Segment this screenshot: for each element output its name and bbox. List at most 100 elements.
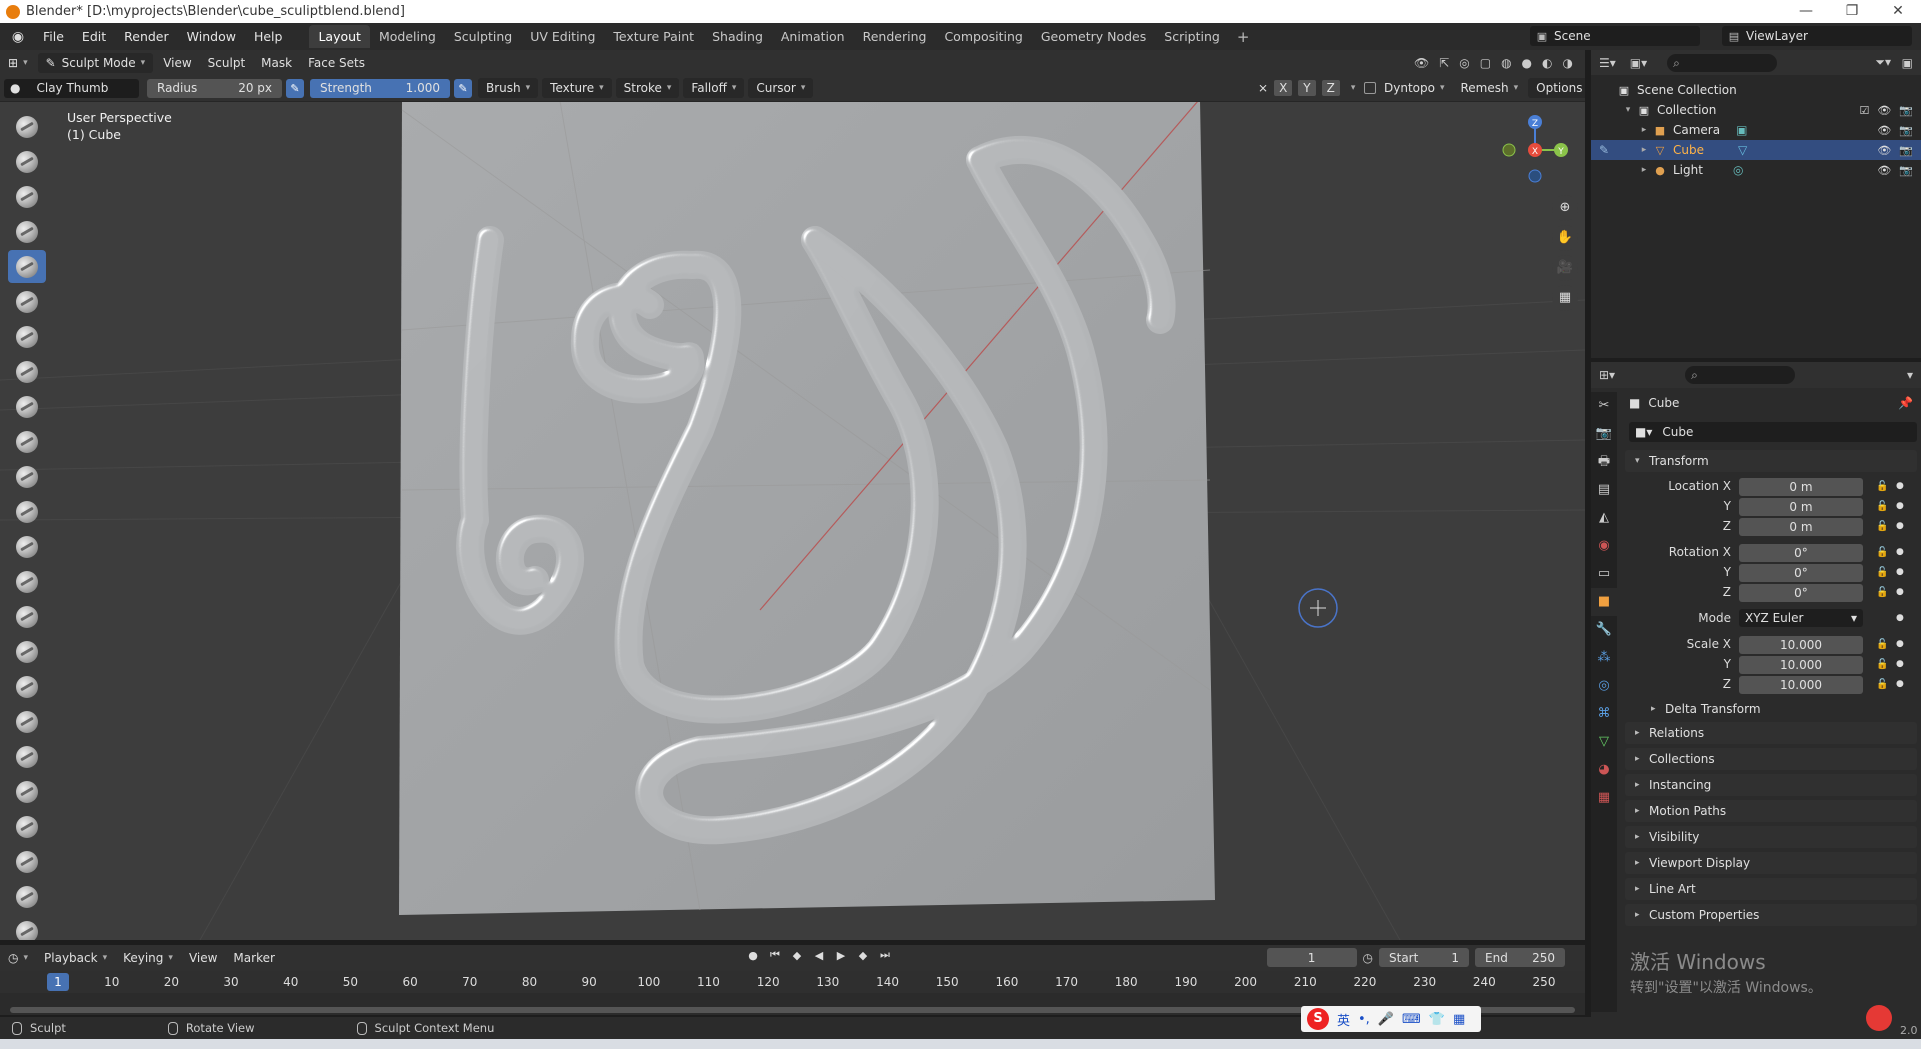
- camera-visibility-icon[interactable]: 👁: [1877, 124, 1891, 137]
- filter-icon[interactable]: ⏷▾: [1875, 55, 1891, 70]
- tab-uv-editing[interactable]: UV Editing: [521, 25, 604, 48]
- lock-icon[interactable]: 🔓: [1876, 501, 1888, 512]
- blender-menu-icon[interactable]: ◉: [8, 27, 28, 47]
- object-tab-icon[interactable]: ■: [1591, 588, 1617, 616]
- view-layer-tab-icon[interactable]: ▤: [1591, 476, 1617, 504]
- symmetry-x-button[interactable]: X: [1274, 80, 1293, 96]
- ime-language-label[interactable]: 英: [1337, 1010, 1350, 1029]
- strength-field[interactable]: Strength 1.000: [310, 78, 450, 98]
- panel-header-collections[interactable]: ▸ Collections: [1625, 748, 1917, 770]
- menu-help[interactable]: Help: [245, 29, 292, 44]
- menu-mask[interactable]: Mask: [253, 53, 300, 73]
- start-frame-field[interactable]: Start 1: [1379, 948, 1469, 967]
- camera-view-icon[interactable]: 🎥: [1552, 255, 1578, 281]
- rotation-z-field[interactable]: 0°: [1739, 583, 1863, 602]
- material-shading-icon[interactable]: ◐: [1542, 56, 1552, 70]
- pan-hand-icon[interactable]: ✋: [1552, 225, 1578, 251]
- outliner-search-icon[interactable]: ⌕: [1667, 53, 1778, 72]
- lock-icon[interactable]: 🔓: [1876, 567, 1888, 578]
- sculpt-tool-button[interactable]: [8, 670, 46, 703]
- strength-pressure-icon[interactable]: ✎: [454, 78, 472, 98]
- overlay-toggle-icon[interactable]: ◎: [1459, 56, 1469, 70]
- texture-menu[interactable]: Texture ▾: [542, 78, 612, 98]
- jump-start-icon[interactable]: ⏮: [767, 948, 783, 962]
- rotation-x-field[interactable]: 0°: [1739, 543, 1863, 562]
- panel-header-viewport-display[interactable]: ▸ Viewport Display: [1625, 852, 1917, 874]
- ortho-grid-icon[interactable]: ▦: [1552, 285, 1578, 311]
- outliner-editor-icon[interactable]: ☰▾: [1599, 56, 1616, 70]
- panel-header-instancing[interactable]: ▸ Instancing: [1625, 774, 1917, 796]
- world-tab-icon[interactable]: ◉: [1591, 532, 1617, 560]
- dyntopo-menu[interactable]: Dyntopo ▾: [1356, 78, 1452, 98]
- keyframe-dot-icon[interactable]: ●: [1896, 481, 1904, 491]
- keyframe-dot-icon[interactable]: ●: [1896, 521, 1904, 531]
- sculpt-tool-button[interactable]: [8, 600, 46, 633]
- pin-icon[interactable]: 📌: [1898, 396, 1913, 410]
- options-menu[interactable]: Options▾: [1528, 78, 1585, 98]
- sculpt-tool-button[interactable]: [8, 425, 46, 458]
- sculpt-tool-button[interactable]: [8, 180, 46, 213]
- toolbox-icon[interactable]: ▦: [1453, 1012, 1465, 1027]
- tab-layout[interactable]: Layout: [309, 25, 370, 48]
- exclude-checkbox[interactable]: ☑: [1859, 104, 1869, 117]
- playback-menu[interactable]: Playback ▾: [36, 948, 115, 968]
- tab-geometry-nodes[interactable]: Geometry Nodes: [1032, 25, 1155, 48]
- outliner-item-light[interactable]: ▸ ● Light ◎ 👁 📷: [1591, 160, 1921, 180]
- sculpt-tool-button[interactable]: [8, 320, 46, 353]
- menu-file[interactable]: File: [34, 29, 73, 44]
- scale-y-field[interactable]: 10.000: [1739, 655, 1863, 674]
- playhead-frame[interactable]: 1: [47, 973, 69, 991]
- properties-options-icon[interactable]: ▾: [1907, 368, 1913, 382]
- data-tab-icon[interactable]: ▽: [1591, 728, 1617, 756]
- scene-tab-icon[interactable]: ◭: [1591, 504, 1617, 532]
- output-tab-icon[interactable]: 🖶: [1591, 448, 1617, 476]
- material-tab-icon[interactable]: ◕: [1591, 756, 1617, 784]
- cursor-menu[interactable]: Cursor ▾: [748, 78, 814, 98]
- jump-end-icon[interactable]: ⏭: [877, 948, 893, 962]
- panel-header-relations[interactable]: ▸ Relations: [1625, 722, 1917, 744]
- panel-header-motion-paths[interactable]: ▸ Motion Paths: [1625, 800, 1917, 822]
- rotation-y-field[interactable]: 0°: [1739, 563, 1863, 582]
- keyframe-dot-icon[interactable]: ●: [1896, 501, 1904, 511]
- add-workspace-button[interactable]: +: [1229, 28, 1258, 46]
- expand-collection-icon[interactable]: ▾: [1621, 105, 1635, 115]
- outliner-item-camera[interactable]: ▸ ■ Camera ▣ 👁 📷: [1591, 120, 1921, 140]
- properties-editor-icon[interactable]: ⊞▾: [1599, 368, 1615, 382]
- texture-tab-icon[interactable]: ▦: [1591, 784, 1617, 812]
- brush-menu[interactable]: Brush ▾: [478, 78, 539, 98]
- next-keyframe-icon[interactable]: ◆: [855, 949, 871, 962]
- light-visibility-icon[interactable]: 👁: [1877, 164, 1891, 177]
- editor-type-button[interactable]: ⊞ ▾: [0, 53, 36, 73]
- navigation-gizmo[interactable]: Z Y X: [1495, 110, 1575, 190]
- brush-selector[interactable]: ● Clay Thumb: [4, 78, 139, 98]
- sculpt-tool-button[interactable]: [8, 565, 46, 598]
- remesh-menu[interactable]: Remesh ▾: [1452, 78, 1526, 98]
- current-frame-field[interactable]: 1: [1266, 948, 1357, 967]
- timeline-ruler[interactable]: 1 10 20 30 40 50 60 70 80 90 100 110 120 130 140 150 16…: [0, 971, 1585, 993]
- mode-selector[interactable]: ✎ Sculpt Mode ▾: [37, 52, 154, 73]
- lock-icon[interactable]: 🔓: [1876, 639, 1888, 650]
- render-tab-icon[interactable]: 📷: [1591, 420, 1617, 448]
- modifier-tab-icon[interactable]: 🔧: [1591, 616, 1617, 644]
- prev-keyframe-icon[interactable]: ◆: [789, 949, 805, 962]
- sculpt-tool-button[interactable]: [8, 460, 46, 493]
- wireframe-shading-icon[interactable]: ◍: [1501, 56, 1511, 70]
- skin-icon[interactable]: 👕: [1429, 1012, 1445, 1027]
- tab-rendering[interactable]: Rendering: [854, 25, 936, 48]
- tab-scripting[interactable]: Scripting: [1155, 25, 1229, 48]
- sculpt-tool-button[interactable]: [8, 390, 46, 423]
- preview-range-icon[interactable]: ◷: [1363, 951, 1373, 965]
- punctuation-icon[interactable]: •,: [1358, 1012, 1370, 1027]
- collection-tab-icon[interactable]: ▭: [1591, 560, 1617, 588]
- rendered-shading-icon[interactable]: ◑: [1563, 56, 1573, 70]
- view-layer-selector[interactable]: ▤ ViewLayer: [1722, 26, 1912, 46]
- tab-texture-paint[interactable]: Texture Paint: [604, 25, 703, 48]
- sculpt-tool-button[interactable]: [8, 530, 46, 563]
- keyframe-dot-icon[interactable]: ●: [1896, 679, 1904, 689]
- sculpt-tool-button[interactable]: [8, 495, 46, 528]
- location-x-field[interactable]: 0 m: [1739, 477, 1863, 496]
- menu-face-sets[interactable]: Face Sets: [300, 53, 373, 73]
- object-name-field[interactable]: ■▾ Cube: [1629, 422, 1917, 442]
- dyntopo-checkbox[interactable]: [1364, 82, 1376, 94]
- timeline-view-menu[interactable]: View: [181, 948, 225, 968]
